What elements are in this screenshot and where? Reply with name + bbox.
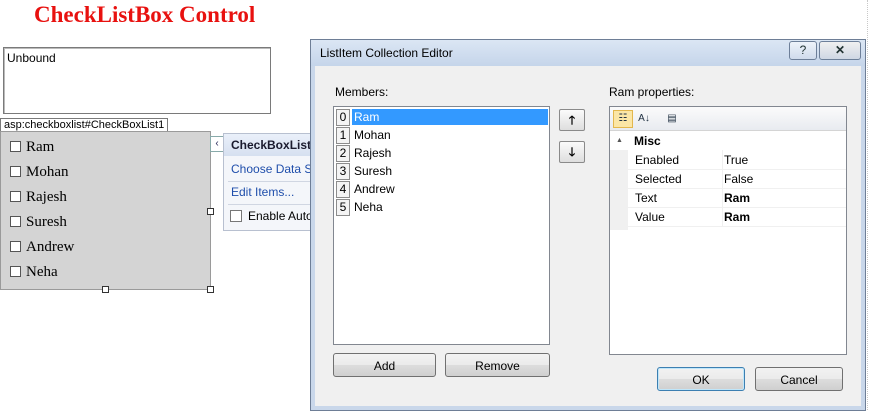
checklist-item[interactable]: Suresh <box>10 212 67 232</box>
resize-handle[interactable] <box>102 286 109 293</box>
item-name: Suresh <box>354 164 393 178</box>
item-name: Neha <box>354 200 383 214</box>
item-index: 3 <box>336 163 350 180</box>
close-button[interactable]: ✕ <box>819 41 861 60</box>
divider <box>228 181 312 182</box>
property-name: Enabled <box>635 153 680 167</box>
checklist-item[interactable]: Ram <box>10 137 54 157</box>
categorized-view-icon[interactable]: ☷ <box>613 110 633 128</box>
item-name: Rajesh <box>354 146 392 160</box>
listitem-collection-editor-dialog: ListItem Collection Editor ? ✕ Members: … <box>310 39 866 411</box>
properties-label: Ram properties: <box>609 85 695 99</box>
members-list[interactable]: 0 Ram 1 Mohan 2 Rajesh 3 Suresh 4 Andrew 5 Neh… <box>333 106 550 345</box>
checkbox[interactable] <box>10 216 21 228</box>
property-name: Value <box>635 210 665 224</box>
alphabetical-sort-icon[interactable]: A↓ <box>634 110 654 128</box>
unbound-textarea[interactable]: Unbound <box>3 47 271 114</box>
checkboxlist-control[interactable]: Ram Mohan Rajesh Suresh Andrew Neha <box>0 131 211 290</box>
item-index: 2 <box>336 145 350 162</box>
property-value[interactable]: Ram <box>724 189 750 208</box>
list-item[interactable]: 1 Mohan <box>335 126 548 144</box>
item-index: 4 <box>336 181 350 198</box>
resize-handle[interactable] <box>207 286 214 293</box>
checkbox[interactable] <box>10 191 21 203</box>
checkbox-label: Enable Auto <box>248 209 313 223</box>
property-grid-toolbar: ☷ A↓ ▤ <box>610 107 846 131</box>
move-down-button[interactable]: 🡓 <box>559 141 585 163</box>
checklist-item-label: Ram <box>26 139 55 155</box>
dialog-body: Members: 0 Ram 1 Mohan 2 Rajesh 3 Suresh 4 An… <box>317 66 859 405</box>
remove-button[interactable]: Remove <box>445 353 550 377</box>
add-button[interactable]: Add <box>333 353 436 377</box>
checklist-item-label: Neha <box>26 264 58 280</box>
smart-tag-header: CheckBoxList <box>224 134 312 156</box>
checkbox[interactable] <box>10 266 21 278</box>
list-item[interactable]: 4 Andrew <box>335 180 548 198</box>
property-row[interactable]: Enabled True <box>628 151 846 170</box>
dialog-title: ListItem Collection Editor <box>320 46 453 60</box>
list-item[interactable]: 5 Neha <box>335 198 548 216</box>
checklist-item[interactable]: Rajesh <box>10 187 67 207</box>
arrow-down-icon: 🡓 <box>568 145 576 159</box>
property-row[interactable]: Value Ram <box>628 208 846 227</box>
checkbox[interactable] <box>10 166 21 178</box>
property-row[interactable]: Selected False <box>628 170 846 189</box>
checklist-item[interactable]: Andrew <box>10 237 74 257</box>
smart-tag-panel: CheckBoxList Choose Data So Edit Items..… <box>223 133 319 231</box>
help-button[interactable]: ? <box>789 41 817 60</box>
divider <box>228 204 312 205</box>
property-value[interactable]: Ram <box>724 208 750 227</box>
checklist-item-label: Rajesh <box>26 189 67 205</box>
column-divider[interactable] <box>722 150 723 226</box>
members-label: Members: <box>335 85 389 99</box>
property-name: Text <box>635 191 658 205</box>
property-grid[interactable]: ☷ A↓ ▤ ▲ Misc Enabled True Selected False … <box>609 106 847 355</box>
list-item[interactable]: 0 Ram <box>335 108 548 126</box>
property-pages-icon[interactable]: ▤ <box>662 110 682 128</box>
property-value[interactable]: True <box>724 151 748 170</box>
category-row[interactable]: ▲ Misc <box>610 132 846 150</box>
checklist-item[interactable]: Neha <box>10 262 58 282</box>
ok-button[interactable]: OK <box>657 367 745 391</box>
item-index: 1 <box>336 127 350 144</box>
edit-items-link[interactable]: Edit Items... <box>231 185 294 199</box>
checklist-item-label: Suresh <box>26 214 67 230</box>
page-title: CheckListBox Control <box>34 2 256 27</box>
list-item[interactable]: 2 Rajesh <box>335 144 548 162</box>
item-name: Mohan <box>354 128 391 142</box>
cancel-button[interactable]: Cancel <box>755 367 843 391</box>
smart-tag-collapse-icon[interactable]: ‹ <box>210 136 224 152</box>
resize-handle[interactable] <box>207 208 214 215</box>
collapse-icon[interactable]: ▲ <box>616 132 623 150</box>
move-up-button[interactable]: 🡑 <box>559 109 585 131</box>
arrow-up-icon: 🡑 <box>568 113 576 127</box>
checklist-item-label: Mohan <box>26 164 69 180</box>
checkbox[interactable] <box>230 209 242 222</box>
enable-autopostback-checkbox[interactable]: Enable Auto <box>230 209 313 223</box>
item-index: 5 <box>336 199 350 216</box>
item-name: Andrew <box>354 182 395 196</box>
checkbox[interactable] <box>10 141 21 153</box>
property-row[interactable]: Text Ram <box>628 189 846 208</box>
list-item[interactable]: 3 Suresh <box>335 162 548 180</box>
item-name: Ram <box>352 109 548 125</box>
choose-data-source-link[interactable]: Choose Data So <box>231 162 319 176</box>
dialog-titlebar[interactable]: ListItem Collection Editor ? ✕ <box>311 40 865 66</box>
item-index: 0 <box>336 109 350 126</box>
property-name: Selected <box>635 172 682 186</box>
category-label: Misc <box>634 134 661 148</box>
checklist-item[interactable]: Mohan <box>10 162 69 182</box>
property-value[interactable]: False <box>724 170 753 189</box>
checkbox[interactable] <box>10 241 21 253</box>
checklist-item-label: Andrew <box>26 239 75 255</box>
